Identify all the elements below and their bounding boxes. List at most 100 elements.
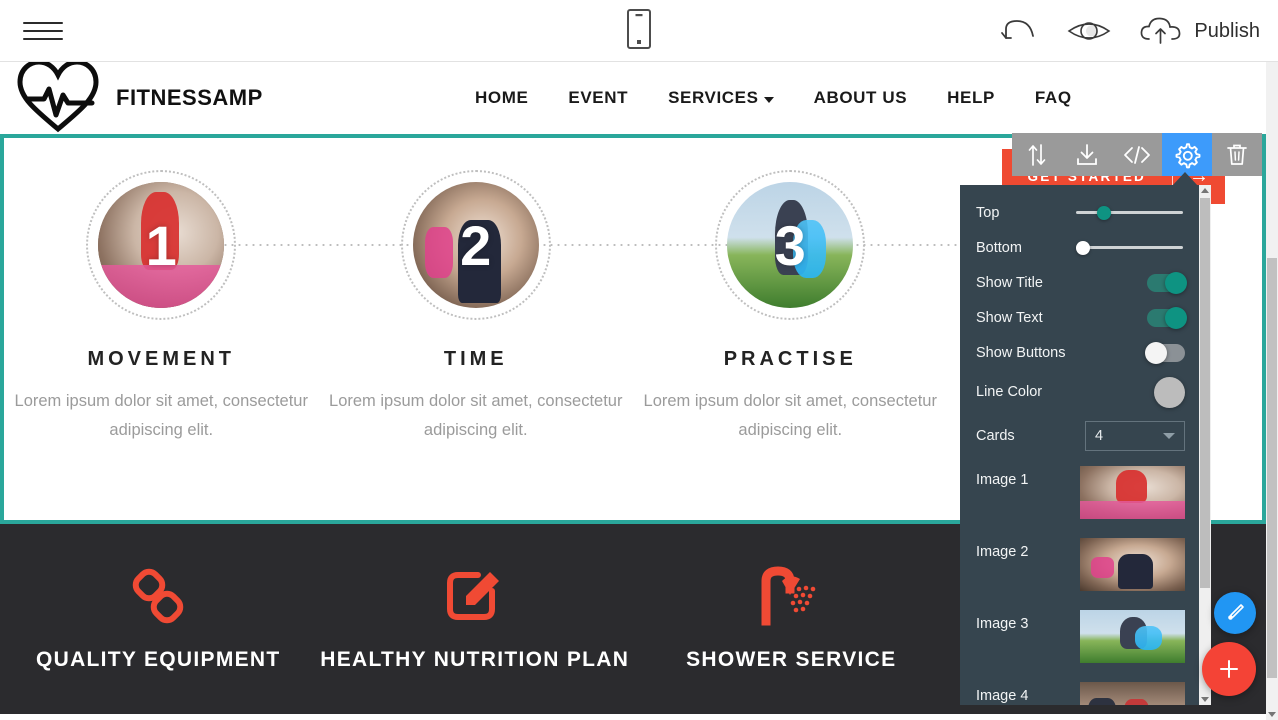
nav-item-home[interactable]: HOME <box>455 88 548 108</box>
setting-label: Line Color <box>976 384 1043 400</box>
nav-item-faq[interactable]: FAQ <box>1015 88 1092 108</box>
show-buttons-toggle[interactable] <box>1145 341 1185 364</box>
site-nav-links: HOME EVENT SERVICES ABOUT US HELP FAQ <box>455 62 1092 134</box>
setting-top: Top <box>960 195 1199 230</box>
top-slider[interactable] <box>1076 203 1183 223</box>
setting-label: Show Buttons <box>976 344 1066 361</box>
toggle-knob <box>1145 341 1167 364</box>
feature-item[interactable]: HEALTHY NUTRITION PLAN <box>317 560 634 714</box>
setting-label: Show Text <box>976 309 1043 326</box>
setting-label: Image 4 <box>976 688 1029 704</box>
image-3-thumbnail[interactable] <box>1080 610 1185 663</box>
setting-line-color: Line Color <box>960 370 1199 414</box>
feature-title: HEALTHY NUTRITION PLAN <box>320 648 630 671</box>
publish-label: Publish <box>1194 19 1260 42</box>
block-settings-panel: Top Bottom Show Title Show Text Show But… <box>960 185 1211 705</box>
code-icon[interactable] <box>1112 133 1162 176</box>
nav-item-event[interactable]: EVENT <box>548 88 648 108</box>
toggle-knob <box>1165 306 1187 329</box>
page-scrollbar[interactable] <box>1266 62 1278 720</box>
mobirise-editor-window: Publish FITNESSAMP HOME EVENT SERVICES A <box>0 0 1278 720</box>
feature-item[interactable]: SHOWER SERVICE <box>633 560 950 714</box>
page-scrollbar-thumb[interactable] <box>1267 258 1277 678</box>
step-card[interactable]: 1 MOVEMENT Lorem ipsum dolor sit amet, c… <box>4 170 319 520</box>
step-title: PRACTISE <box>723 348 857 370</box>
image-1-thumbnail[interactable] <box>1080 466 1185 519</box>
show-title-toggle[interactable] <box>1147 271 1187 294</box>
setting-image-4: Image 4 <box>960 674 1199 705</box>
feature-item[interactable]: QUALITY EQUIPMENT <box>0 560 317 714</box>
step-card[interactable]: 3 PRACTISE Lorem ipsum dolor sit amet, c… <box>633 170 948 520</box>
feature-title: SHOWER SERVICE <box>686 648 897 671</box>
hamburger-menu-icon[interactable] <box>12 0 74 62</box>
brand-name: FITNESSAMP <box>116 85 263 110</box>
step-text: Lorem ipsum dolor sit amet, consectetur … <box>14 392 308 439</box>
setting-label: Image 3 <box>976 616 1029 632</box>
chain-link-icon <box>125 560 191 632</box>
setting-show-title: Show Title <box>960 265 1199 300</box>
line-color-swatch[interactable] <box>1154 376 1185 408</box>
setting-show-buttons: Show Buttons <box>960 335 1199 370</box>
show-text-toggle[interactable] <box>1147 306 1187 329</box>
nav-item-about-us[interactable]: ABOUT US <box>794 88 928 108</box>
scroll-down-arrow-icon[interactable] <box>1201 697 1209 702</box>
image-4-thumbnail[interactable] <box>1080 682 1185 705</box>
panel-scrollbar-thumb[interactable] <box>1200 198 1210 588</box>
setting-label: Top <box>976 204 1000 221</box>
image-2-thumbnail[interactable] <box>1080 538 1185 591</box>
setting-label: Cards <box>976 428 1015 444</box>
trash-icon[interactable] <box>1212 133 1262 176</box>
slider-track <box>1076 246 1183 249</box>
block-toolbar <box>1012 133 1262 176</box>
setting-show-text: Show Text <box>960 300 1199 335</box>
step-number: 3 <box>774 213 806 277</box>
toggle-knob <box>1165 271 1187 294</box>
step-card[interactable]: 2 TIME Lorem ipsum dolor sit amet, conse… <box>319 170 634 520</box>
gear-icon[interactable] <box>1162 133 1212 176</box>
cards-select[interactable]: 4 <box>1085 421 1185 451</box>
scroll-up-arrow-icon[interactable] <box>1201 188 1209 193</box>
step-text: Lorem ipsum dolor sit amet, consectetur … <box>329 392 623 439</box>
plus-icon <box>1220 660 1238 678</box>
step-title: MOVEMENT <box>87 348 236 370</box>
setting-label: Image 2 <box>976 544 1029 560</box>
settings-list: Top Bottom Show Title Show Text Show But… <box>960 185 1199 705</box>
step-circle: 3 <box>715 170 866 320</box>
download-icon[interactable] <box>1062 133 1112 176</box>
panel-pointer <box>1172 172 1198 186</box>
undo-arrow-icon[interactable] <box>1000 16 1040 46</box>
chevron-down-icon <box>763 96 774 103</box>
cloud-upload-icon <box>1138 15 1184 47</box>
setting-image-3: Image 3 <box>960 602 1199 674</box>
scroll-down-arrow-icon[interactable] <box>1268 712 1276 717</box>
site-navbar: FITNESSAMP HOME EVENT SERVICES ABOUT US … <box>0 62 1266 134</box>
slider-thumb[interactable] <box>1097 205 1112 220</box>
slider-thumb[interactable] <box>1076 240 1090 255</box>
nav-item-services[interactable]: SERVICES <box>648 88 793 108</box>
publish-button[interactable]: Publish <box>1138 15 1260 47</box>
editor-actions: Publish <box>1000 0 1260 62</box>
step-number: 2 <box>460 213 492 277</box>
editor-top-bar: Publish <box>0 0 1278 62</box>
setting-cards: Cards 4 <box>960 414 1199 458</box>
setting-image-2: Image 2 <box>960 530 1199 602</box>
add-fab[interactable] <box>1202 642 1256 696</box>
slider-track <box>1076 211 1183 214</box>
site-brand[interactable]: FITNESSAMP <box>14 62 263 140</box>
setting-image-1: Image 1 <box>960 458 1199 530</box>
nav-item-help[interactable]: HELP <box>927 88 1015 108</box>
step-title: TIME <box>443 348 508 370</box>
brush-fab[interactable] <box>1214 592 1256 634</box>
step-number: 1 <box>145 213 177 277</box>
setting-label: Show Title <box>976 274 1043 291</box>
shower-icon <box>756 560 826 632</box>
move-icon[interactable] <box>1012 133 1062 176</box>
setting-bottom: Bottom <box>960 230 1199 265</box>
panel-scrollbar[interactable] <box>1199 185 1211 705</box>
mobile-device-icon[interactable] <box>627 8 651 54</box>
eye-preview-icon[interactable] <box>1066 16 1112 46</box>
bottom-slider[interactable] <box>1076 238 1183 258</box>
step-text: Lorem ipsum dolor sit amet, consectetur … <box>643 392 937 439</box>
step-circle: 1 <box>86 170 237 320</box>
chevron-down-icon <box>1163 433 1175 439</box>
